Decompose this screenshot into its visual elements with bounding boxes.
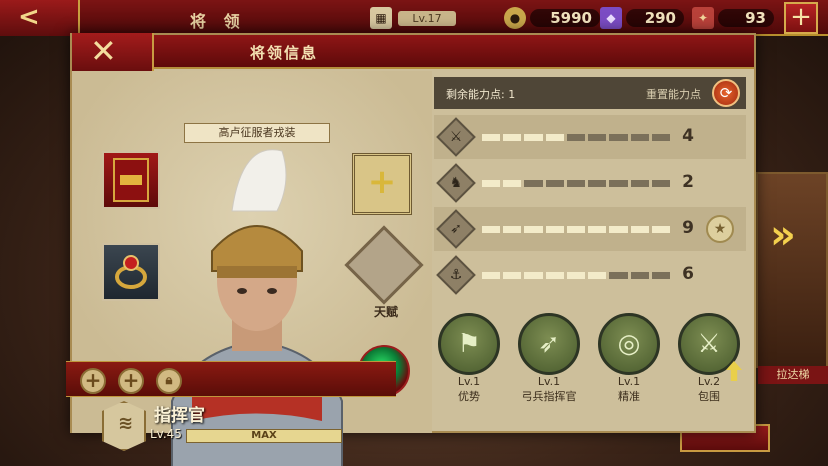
locked-slot-button[interactable]: 🔒︎ [156, 368, 182, 394]
skill-name: 优势 [458, 390, 480, 403]
coin-value: 5990 [530, 9, 600, 27]
player-level: Lv.17 [398, 11, 456, 26]
next-hero-arrow-icon[interactable]: » [770, 212, 796, 258]
stat-value: 2 [682, 172, 694, 192]
stat-value: 6 [682, 264, 694, 284]
gem-counter[interactable]: ◆ 290 [600, 7, 684, 29]
stat-row: ⚓ 6 [434, 253, 746, 297]
anchor-icon: ⚓ [436, 255, 476, 295]
skill-level: Lv.1 [537, 375, 561, 388]
dialog-title: 将领信息 [250, 44, 319, 62]
laurel-star-icon[interactable]: ★ [706, 215, 734, 243]
skill-name: 包围 [698, 390, 720, 403]
general-info-dialog: 将领信息 ✕ 高卢征服者戎装 + 天赋 + + 🔒︎ ≋ 指挥官 Lv.45 M… [66, 33, 756, 466]
action-bar: + + 🔒︎ [66, 361, 396, 397]
target-icon: ◎ [598, 313, 660, 375]
refresh-icon: ⟳ [719, 84, 733, 102]
medal-counter[interactable]: ✦ 93 [692, 7, 774, 29]
back-arrow-icon: < [18, 2, 40, 32]
dialog-header: 将领信息 [72, 35, 754, 69]
screen-title: 将 领 [190, 12, 246, 31]
coin-icon: ● [504, 7, 526, 29]
reset-points-label: 重置能力点 [646, 88, 701, 101]
stat-row: ♞ 2 [434, 161, 746, 205]
skill-item[interactable]: ◎ Lv.1 精准 [594, 313, 664, 413]
skill-name: 精准 [618, 390, 640, 403]
back-button[interactable]: < [0, 0, 80, 36]
medal-icon: ✦ [692, 7, 714, 29]
gem-value: 290 [626, 9, 684, 27]
stat-row: ➶ 9 ★ [434, 207, 746, 251]
temple-icon: ▦ [370, 7, 392, 29]
crystal-icon: ◆ [600, 7, 622, 29]
stat-row: ⚔ 4 [434, 115, 746, 159]
skill-level: Lv.1 [457, 375, 481, 388]
top-bar: < 将 领 ▦ Lv.17 ● 5990 ◆ 290 ✦ 93 + [0, 0, 828, 36]
neighbor-hero-name: 拉达梯 [758, 366, 828, 384]
remaining-points-row: 剩余能力点: 1 重置能力点 ⟳ [434, 77, 746, 109]
hero-panel: 高卢征服者戎装 + 天赋 + + 🔒︎ ≋ 指挥官 Lv.45 MAX [66, 71, 432, 466]
skill-name: 弓兵指挥官 [521, 390, 577, 403]
sword-icon: ⚔ [436, 117, 476, 157]
hero-level: Lv.45 [150, 427, 182, 441]
medal-value: 93 [718, 9, 774, 27]
outfit-name-button[interactable]: 高卢征服者戎装 [184, 123, 330, 143]
close-x-icon: ✕ [90, 32, 117, 70]
stat-progress-bar [482, 226, 670, 233]
add-resource-button[interactable]: + [784, 2, 818, 34]
add-slot-button-1[interactable]: + [80, 368, 106, 394]
reset-points-button[interactable]: ⟳ [712, 79, 740, 107]
coin-counter[interactable]: ● 5990 [504, 7, 600, 29]
stat-value: 4 [682, 126, 694, 146]
skill-item[interactable]: ⚑ Lv.1 优势 [434, 313, 504, 413]
bow-icon: ➶ [436, 209, 476, 249]
skill-item[interactable]: ➶ Lv.1 弓兵指挥官 [514, 313, 584, 413]
stat-progress-bar [482, 272, 670, 279]
stat-progress-bar [482, 134, 670, 141]
skill-item[interactable]: ⚔ Lv.2 包围 [674, 313, 744, 413]
plus-icon: + [790, 2, 812, 32]
level-indicator[interactable]: ▦ [370, 7, 392, 29]
neighbor-hero-portrait[interactable] [756, 172, 828, 368]
lock-icon: 🔒︎ [165, 373, 173, 388]
skill-level: Lv.1 [617, 375, 641, 388]
close-button[interactable]: ✕ [72, 33, 154, 71]
hero-exp-bar: MAX [186, 429, 342, 443]
hero-name: 指挥官 [154, 406, 205, 426]
stat-value: 9 [682, 218, 694, 238]
horse-icon: ♞ [436, 163, 476, 203]
remaining-points-label: 剩余能力点: 1 [446, 88, 516, 101]
stat-progress-bar [482, 180, 670, 187]
rank-chevron-icon: ≋ [102, 401, 146, 451]
stats-panel: 剩余能力点: 1 重置能力点 ⟳ ⚔ 4 ♞ 2 ➶ 9 ★ ⚓ 6 ⚑ Lv.1 优势 ➶ Lv.1 弓… [434, 75, 750, 431]
bow-skill-icon: ➶ [518, 313, 580, 375]
archers-icon: ⚑ [438, 313, 500, 375]
add-slot-button-2[interactable]: + [118, 368, 144, 394]
